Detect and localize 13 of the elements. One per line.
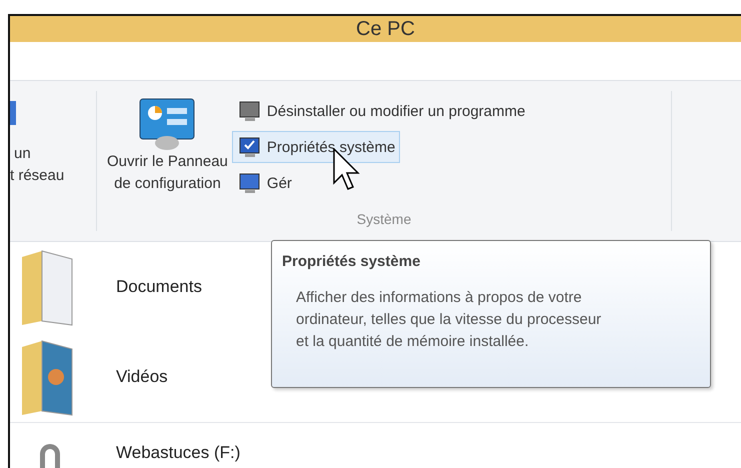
- ribbon-label: un: [13, 144, 32, 164]
- control-panel-button[interactable]: Ouvrir le Panneau de configuration: [103, 95, 232, 209]
- window-title: Ce PC: [356, 19, 415, 39]
- item-label[interactable]: Vidéos: [116, 367, 168, 387]
- tooltip-text: Afficher des informations à propos de votre ordinateur, telles que la vitesse du processeur et la quantité de mémoire installée.: [296, 288, 602, 352]
- group-label: Système: [356, 211, 412, 227]
- item-label[interactable]: Documents: [116, 277, 202, 297]
- ribbon-label: t réseau: [10, 166, 66, 186]
- ribbon-command[interactable]: Désinstaller ou modifier un programme: [232, 95, 530, 127]
- item-label[interactable]: Webastuces (F:): [116, 443, 240, 463]
- ribbon-command[interactable]: Gér: [232, 167, 297, 199]
- tooltip-title: Propriétés système: [282, 253, 422, 270]
- ribbon-command[interactable]: Propriétés système: [232, 131, 400, 163]
